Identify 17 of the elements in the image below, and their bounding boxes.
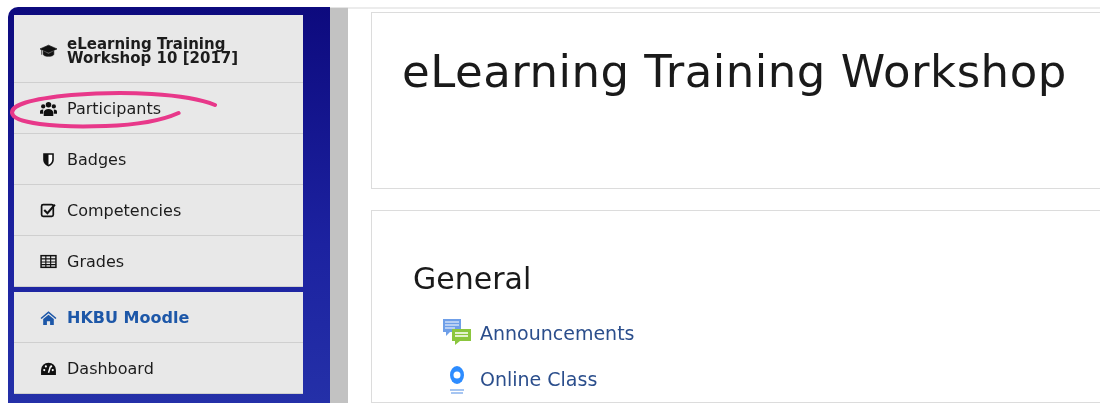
course-link[interactable]: eLearning Training Workshop 10 [2017] [14, 15, 303, 83]
graduation-cap-icon [40, 42, 57, 59]
activity-link[interactable]: Online Class [480, 368, 598, 390]
nav-link[interactable]: Dashboard [14, 343, 303, 394]
nav-link[interactable]: HKBU Moodle [14, 292, 303, 343]
home-icon [40, 308, 57, 326]
shield-icon [40, 150, 57, 168]
page-title: eLearning Training Workshop [402, 45, 1067, 98]
checkbox-icon [40, 201, 57, 219]
table-icon [40, 252, 57, 270]
nav-link[interactable]: Competencies [14, 185, 303, 236]
nav-link[interactable]: Badges [14, 134, 303, 185]
section-title: General [413, 261, 532, 296]
users-icon [40, 99, 57, 117]
nav-link[interactable]: Participants [14, 83, 303, 134]
nav-link[interactable]: Grades [14, 236, 303, 287]
activity-link[interactable]: Announcements [480, 322, 635, 344]
